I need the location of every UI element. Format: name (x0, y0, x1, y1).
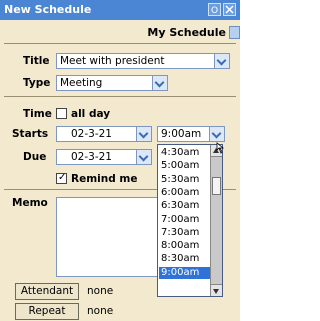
time-label: Time (23, 108, 52, 120)
close-icon[interactable] (223, 3, 236, 16)
starts-time-select[interactable]: 9:00am (157, 126, 225, 142)
scroll-down-button[interactable] (211, 284, 222, 296)
due-label: Due (23, 151, 47, 163)
chevron-down-icon (138, 128, 149, 139)
checkmark-icon: ✓ (58, 172, 67, 183)
calendar-selector[interactable]: My Schedule (0, 22, 240, 42)
repeat-value: none (87, 305, 114, 317)
starts-label: Starts (12, 128, 49, 140)
time-option[interactable]: 5:30am (159, 174, 211, 186)
time-option[interactable]: 6:30am (159, 200, 211, 212)
scrollbar[interactable] (210, 145, 222, 296)
due-date-dropdown-button[interactable] (136, 150, 151, 164)
starts-time-dropdown-button[interactable] (209, 127, 224, 141)
chevron-down-icon[interactable] (229, 26, 240, 39)
repeat-button[interactable]: Repeat (15, 303, 79, 320)
time-dropdown-list[interactable]: 4:30am 5:00am 5:30am 6:00am 6:30am 7:00am 7:30… (157, 144, 223, 297)
time-option[interactable]: 5:00am (159, 160, 211, 172)
title-label: Title (23, 55, 50, 67)
time-option[interactable]: 9:00am (159, 266, 211, 279)
time-option[interactable]: 6:00am (159, 187, 211, 199)
scroll-thumb[interactable] (212, 177, 221, 195)
due-date-select[interactable]: 02-3-21 (56, 149, 152, 165)
all-day-checkbox[interactable] (56, 108, 67, 119)
divider (4, 96, 236, 97)
ok-icon[interactable]: O (208, 3, 221, 16)
type-select[interactable]: Meeting (56, 75, 168, 91)
starts-date-value: 02-3-21 (71, 128, 112, 140)
calendar-name: My Schedule (147, 26, 226, 39)
title-field[interactable]: Meet with president (56, 53, 230, 69)
time-option[interactable]: 8:00am (159, 240, 211, 252)
starts-date-select[interactable]: 02-3-21 (56, 126, 152, 142)
chevron-down-icon (216, 55, 227, 66)
title-dropdown-button[interactable] (214, 54, 229, 68)
attendant-value: none (87, 285, 114, 297)
title-bar: New Schedule O (0, 0, 240, 20)
remind-me-checkbox[interactable]: ✓ (56, 172, 67, 184)
new-schedule-window: New Schedule O My Schedule Title Meet wi… (0, 0, 240, 321)
chevron-down-icon (138, 151, 149, 162)
time-option[interactable]: 7:00am (159, 214, 211, 226)
attendant-button[interactable]: Attendant (15, 283, 79, 300)
all-day-label: all day (71, 108, 111, 120)
time-option[interactable]: 4:30am (159, 147, 211, 159)
due-date-value: 02-3-21 (71, 151, 112, 163)
divider (4, 43, 236, 44)
chevron-down-icon (154, 77, 165, 88)
svg-text:O: O (211, 6, 218, 15)
type-value: Meeting (60, 77, 103, 89)
window-title: New Schedule (4, 3, 92, 16)
starts-time-value: 9:00am (161, 128, 202, 140)
chevron-down-icon (211, 128, 222, 139)
hand-cursor-icon (216, 142, 225, 154)
type-label: Type (23, 77, 51, 89)
type-dropdown-button[interactable] (152, 76, 167, 90)
arrow-down-icon (213, 289, 219, 294)
title-value: Meet with president (60, 55, 165, 67)
starts-date-dropdown-button[interactable] (136, 127, 151, 141)
remind-me-label: Remind me (71, 173, 138, 185)
time-option[interactable]: 8:30am (159, 253, 211, 265)
time-option[interactable]: 7:30am (159, 227, 211, 239)
memo-label: Memo (12, 197, 48, 209)
